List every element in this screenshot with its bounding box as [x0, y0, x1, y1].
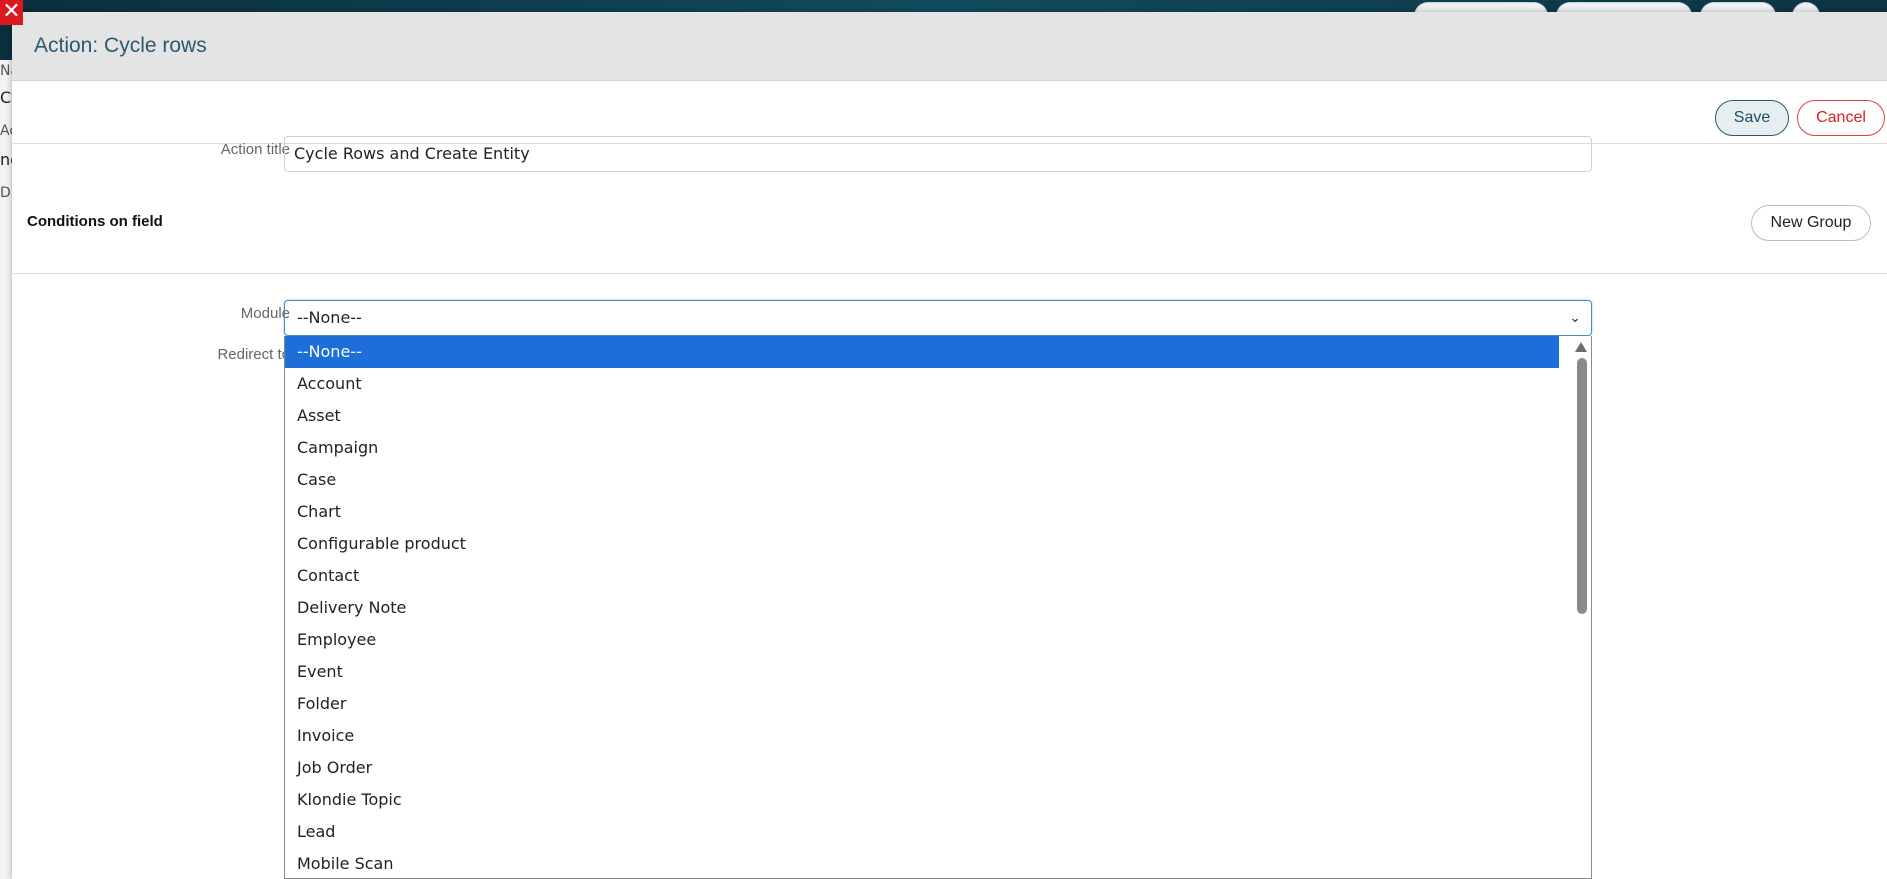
- module-dropdown-list: --None-- Account Asset Campaign Case Chart Con…: [284, 336, 1592, 879]
- modal-title: Action: Cycle rows: [34, 34, 207, 57]
- action-title-input[interactable]: Cycle Rows and Create Entity: [284, 136, 1592, 172]
- scroll-up-icon[interactable]: [1575, 342, 1587, 352]
- cancel-button[interactable]: Cancel: [1797, 100, 1885, 136]
- dropdown-option[interactable]: Delivery Note: [285, 592, 1559, 624]
- section-divider: [12, 273, 1887, 274]
- dropdown-option[interactable]: Configurable product: [285, 528, 1559, 560]
- side-fragment: Na: [0, 63, 12, 79]
- dropdown-option[interactable]: Klondie Topic: [285, 784, 1559, 816]
- dropdown-option[interactable]: Contact: [285, 560, 1559, 592]
- dropdown-option[interactable]: Campaign: [285, 432, 1559, 464]
- modal-header: Action: Cycle rows: [12, 12, 1887, 81]
- dropdown-option[interactable]: Folder: [285, 688, 1559, 720]
- dropdown-option[interactable]: Case: [285, 464, 1559, 496]
- conditions-section-title: Conditions on field: [27, 213, 163, 230]
- scrollbar-thumb[interactable]: [1577, 358, 1587, 614]
- dropdown-option[interactable]: Lead: [285, 816, 1559, 848]
- dropdown-option[interactable]: Job Order: [285, 752, 1559, 784]
- action-title-label: Action title: [220, 141, 290, 158]
- side-fragment: Di: [0, 185, 12, 201]
- module-label: Module: [240, 305, 290, 322]
- background-side-panel: Na Cy Ac nc Di: [0, 60, 12, 879]
- save-button[interactable]: Save: [1715, 100, 1789, 136]
- dropdown-option[interactable]: Chart: [285, 496, 1559, 528]
- dropdown-option[interactable]: Account: [285, 368, 1559, 400]
- redirect-label: Redirect to: [217, 346, 290, 363]
- side-fragment: Cy: [0, 88, 12, 107]
- dropdown-option[interactable]: --None--: [285, 336, 1559, 368]
- side-fragment: Ac: [0, 123, 12, 139]
- dropdown-option[interactable]: Asset: [285, 400, 1559, 432]
- dropdown-option[interactable]: Event: [285, 656, 1559, 688]
- module-select[interactable]: --None-- ⌄: [284, 300, 1592, 336]
- side-fragment: nc: [0, 150, 12, 169]
- dropdown-option[interactable]: Employee: [285, 624, 1559, 656]
- close-icon[interactable]: ✕: [0, 0, 23, 25]
- module-select-value: --None--: [297, 308, 362, 327]
- modal-toolbar: Save Cancel: [12, 81, 1887, 144]
- dropdown-option[interactable]: Invoice: [285, 720, 1559, 752]
- dropdown-scrollbar[interactable]: [1573, 336, 1591, 878]
- chevron-down-icon: ⌄: [1569, 310, 1581, 326]
- dropdown-option[interactable]: Mobile Scan: [285, 848, 1559, 878]
- new-group-button[interactable]: New Group: [1751, 205, 1871, 241]
